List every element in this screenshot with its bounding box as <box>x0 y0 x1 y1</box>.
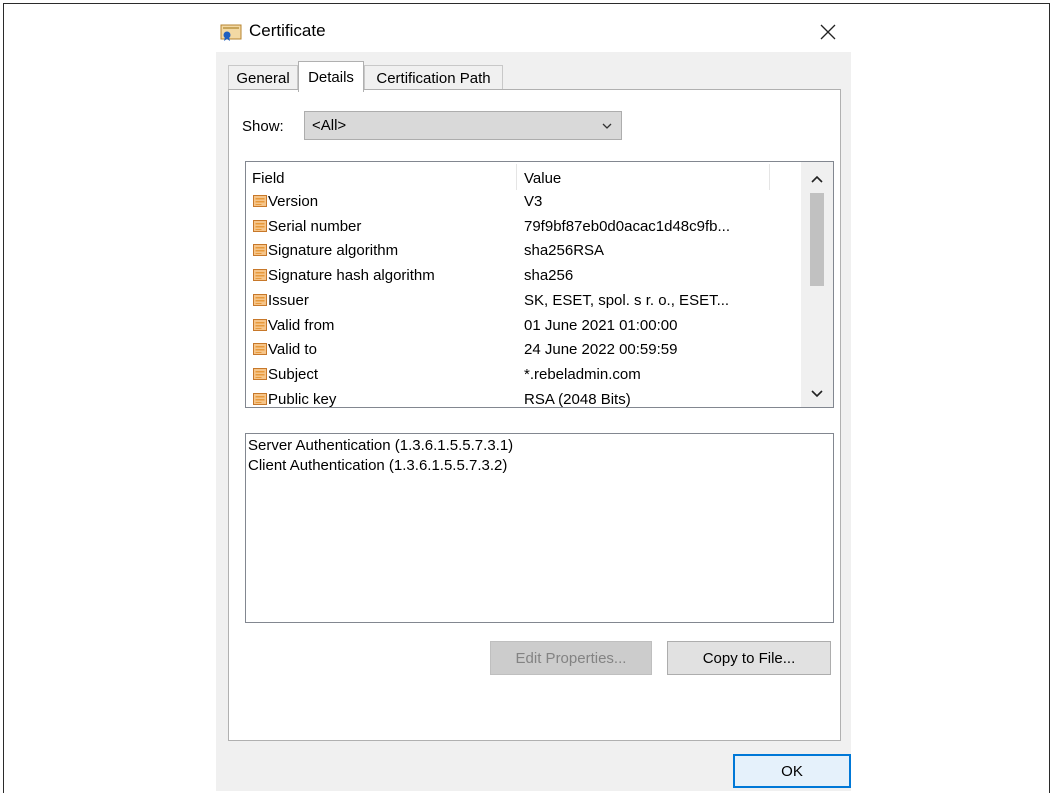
certificate-field-icon <box>253 269 267 282</box>
table-row[interactable]: Signature algorithm sha256RSA <box>246 238 802 262</box>
scroll-down-button[interactable] <box>801 383 833 405</box>
row-value: 01 June 2021 01:00:00 <box>524 316 678 334</box>
column-header-field[interactable]: Field <box>252 170 285 187</box>
row-field: Version <box>268 193 319 210</box>
row-value: V3 <box>524 193 543 210</box>
table-row[interactable]: Public key RSA (2048 Bits) <box>246 387 802 408</box>
row-value: SK, ESET, spol. s r. o., ESET... <box>524 291 730 309</box>
chevron-down-icon <box>811 390 823 398</box>
row-value: sha256RSA <box>524 242 605 260</box>
row-value: 24 June 2022 00:59:59 <box>524 341 678 359</box>
row-field: Valid to <box>268 341 317 359</box>
row-value: RSA (2048 Bits) <box>524 390 631 408</box>
certificate-field-icon <box>253 293 267 306</box>
certificate-field-icon <box>253 244 267 257</box>
tab-details[interactable]: Details <box>298 61 364 92</box>
certificate-field-icon <box>253 219 267 232</box>
certificate-icon <box>220 24 242 41</box>
column-divider[interactable] <box>516 164 517 190</box>
value-line: Server Authentication (1.3.6.1.5.5.7.3.1… <box>248 437 514 454</box>
row-field: Signature hash algorithm <box>268 267 435 285</box>
edit-properties-button[interactable]: Edit Properties... <box>490 641 652 675</box>
certificate-field-icon <box>253 343 267 356</box>
table-row[interactable]: Version V3 <box>246 189 802 213</box>
row-value: sha256 <box>524 267 574 285</box>
fields-list[interactable]: Field Value Version V3 Serial number 79f9bf… <box>245 161 834 408</box>
close-button[interactable] <box>805 12 851 52</box>
ok-button[interactable]: OK <box>733 754 851 788</box>
column-header-value[interactable]: Value <box>524 170 561 187</box>
title-bar[interactable]: Certificate <box>216 12 851 52</box>
certificate-dialog: Certificate General Details Certificatio… <box>216 12 851 791</box>
value-line: Client Authentication (1.3.6.1.5.5.7.3.2… <box>248 457 508 474</box>
chevron-up-icon <box>811 175 823 183</box>
copy-to-file-button[interactable]: Copy to File... <box>667 641 831 675</box>
column-divider[interactable] <box>769 164 770 190</box>
scroll-up-button[interactable] <box>801 168 833 190</box>
certificate-field-icon <box>253 195 267 207</box>
show-label: Show: <box>242 118 284 135</box>
show-select[interactable]: <All> <box>304 111 622 140</box>
table-row[interactable]: Subject *.rebeladmin.com <box>246 362 802 386</box>
table-row[interactable]: Issuer SK, ESET, spol. s r. o., ESET... <box>246 288 802 312</box>
row-value: *.rebeladmin.com <box>524 365 641 383</box>
window-title: Certificate <box>249 21 326 40</box>
row-field: Public key <box>268 390 337 408</box>
certificate-field-icon <box>253 318 267 331</box>
tab-certification-path[interactable]: Certification Path <box>364 65 503 90</box>
certificate-field-icon <box>253 367 267 380</box>
row-field: Subject <box>268 365 319 383</box>
row-field: Valid from <box>268 316 335 334</box>
certificate-field-icon <box>253 392 267 405</box>
row-field: Issuer <box>268 291 309 309</box>
tab-general[interactable]: General <box>228 65 298 90</box>
table-row[interactable]: Valid from 01 June 2021 01:00:00 <box>246 313 802 337</box>
close-icon <box>820 24 836 40</box>
row-field: Signature algorithm <box>268 242 399 260</box>
table-row[interactable]: Serial number 79f9bf87eb0d0acac1d48c9fb..… <box>246 214 802 238</box>
table-row[interactable]: Valid to 24 June 2022 00:59:59 <box>246 337 802 361</box>
chevron-down-icon <box>602 123 612 129</box>
scrollbar-thumb[interactable] <box>810 193 824 286</box>
list-scrollbar[interactable] <box>801 162 833 407</box>
row-field: Serial number <box>268 217 362 235</box>
show-select-value: <All> <box>312 117 347 134</box>
table-row[interactable]: Signature hash algorithm sha256 <box>246 263 802 287</box>
field-value-box[interactable]: Server Authentication (1.3.6.1.5.5.7.3.1… <box>245 433 834 623</box>
row-value: 79f9bf87eb0d0acac1d48c9fb... <box>524 217 731 235</box>
fields-list-header: Field Value <box>246 162 802 192</box>
